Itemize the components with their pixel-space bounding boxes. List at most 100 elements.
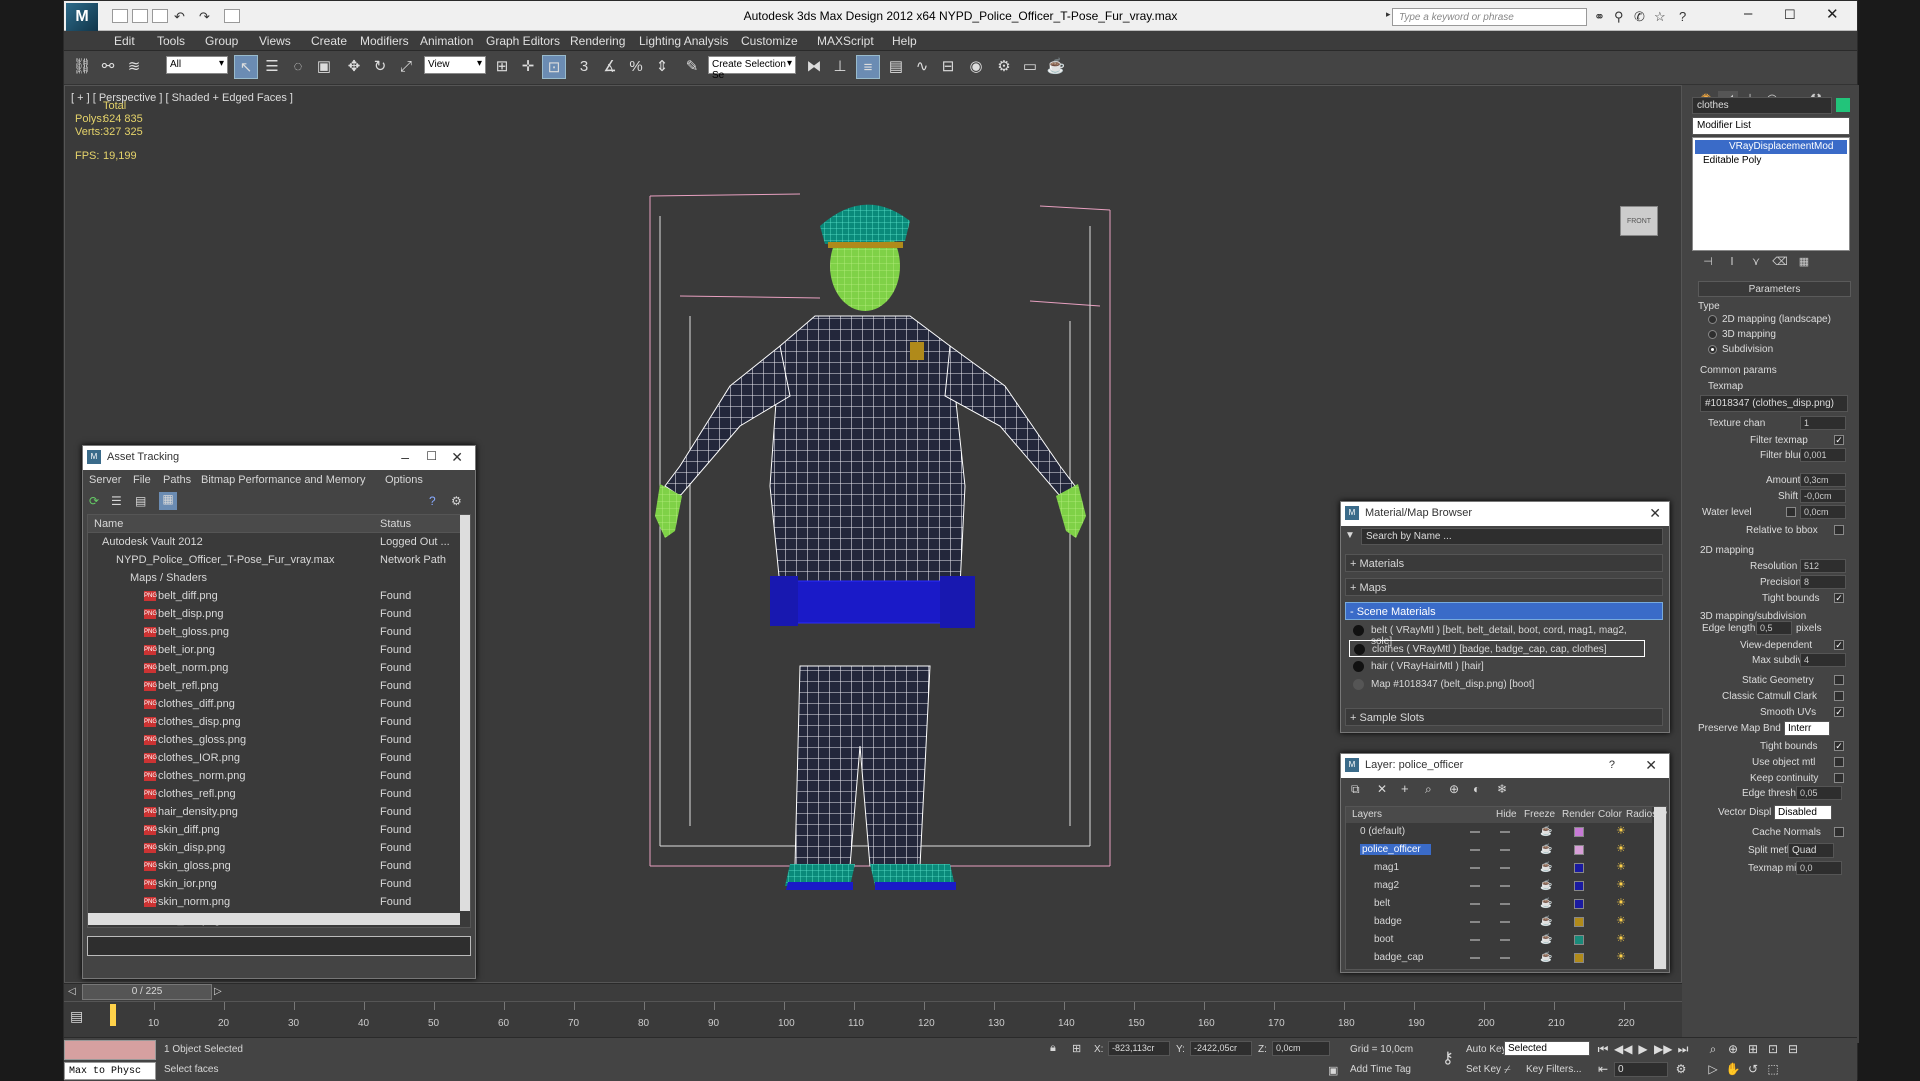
asset-row[interactable]: PNGclothes_gloss.png Found — [88, 731, 460, 749]
edge-length-spinner[interactable]: 0,5 — [1756, 621, 1792, 635]
dash-icon[interactable] — [1470, 867, 1480, 869]
vector-displ-dropdown[interactable]: Disabled — [1774, 805, 1832, 820]
highlight-layer-icon[interactable]: ⊕ — [1449, 782, 1459, 796]
auto-key-button[interactable]: Auto Key — [1466, 1044, 1507, 1055]
dash-icon[interactable] — [1500, 957, 1510, 959]
frame-counter[interactable]: 0 / 225 — [82, 984, 212, 1000]
selection-region-icon[interactable]: ◌ — [286, 55, 310, 79]
list-view-icon[interactable]: ☰ — [111, 494, 122, 508]
key-mode-toggle-icon[interactable]: ⇤ — [1594, 1060, 1612, 1078]
menu-file[interactable]: File — [133, 474, 151, 486]
dash-icon[interactable] — [1500, 831, 1510, 833]
rotate-icon[interactable]: ↻ — [368, 55, 392, 79]
pan-icon[interactable]: ✋ — [1724, 1060, 1742, 1078]
spinner-snap-icon[interactable]: ⇕ — [650, 55, 674, 79]
prev-frame-icon[interactable]: ◁ — [68, 986, 76, 997]
layer-color-swatch[interactable] — [1574, 899, 1584, 909]
layer-row[interactable]: mag1 ☕ ☀ — [1346, 859, 1642, 877]
menu-group[interactable]: Group — [205, 34, 238, 48]
asset-row[interactable]: PNGbelt_disp.png Found — [88, 605, 460, 623]
render-teapot-icon[interactable]: ☕ — [1540, 934, 1552, 945]
layer-manager-icon[interactable]: ≡ — [856, 55, 880, 79]
asset-row[interactable]: PNGbelt_ior.png Found — [88, 641, 460, 659]
radiosity-icon[interactable]: ☀ — [1616, 952, 1627, 963]
search-input[interactable]: Type a keyword or phrase — [1392, 8, 1587, 26]
move-icon[interactable]: ✥ — [342, 55, 366, 79]
help-icon[interactable]: ? — [1609, 759, 1615, 771]
layer-list[interactable]: Layers Hide Freeze Render Color Radiosit… — [1345, 806, 1667, 970]
scene-materials-section[interactable]: - Scene Materials — [1345, 602, 1663, 620]
material-search-input[interactable]: Search by Name ... — [1361, 528, 1663, 545]
material-editor-icon[interactable]: ◉ — [964, 55, 988, 79]
fov-icon[interactable]: ▷ — [1704, 1060, 1722, 1078]
asset-row[interactable]: PNGskin_norm.png Found — [88, 893, 460, 911]
layer-row[interactable]: police_officer ☕ ☀ — [1346, 841, 1642, 859]
layer-color-swatch[interactable] — [1574, 881, 1584, 891]
layer-list-scrollbar[interactable] — [1654, 807, 1666, 969]
scene-material-item[interactable]: clothes ( VRayMtl ) [badge, badge_cap, c… — [1349, 640, 1645, 657]
zoom-icon[interactable]: ⌕ — [1704, 1040, 1722, 1058]
type-2d-radio[interactable] — [1708, 315, 1717, 324]
preserve-map-dropdown[interactable]: Interr — [1784, 721, 1830, 736]
options-arrow-icon[interactable]: ▼ — [1345, 530, 1355, 541]
maximize-icon[interactable]: ☐ — [426, 449, 437, 463]
time-tag-icon[interactable]: ▣ — [1328, 1064, 1338, 1077]
asset-list-hscrollbar[interactable] — [88, 913, 460, 925]
texmap-button[interactable]: #1018347 (clothes_disp.png) — [1700, 395, 1848, 412]
time-slider[interactable]: ◁ 0 / 225 ▷ — [64, 983, 1682, 1001]
next-frame-icon[interactable]: ▷ — [214, 986, 222, 997]
render-teapot-icon[interactable]: ☕ — [1540, 880, 1552, 891]
col-render[interactable]: Render — [1562, 809, 1595, 820]
search-arrow-icon[interactable]: ▸ — [1386, 9, 1391, 20]
menu-animation[interactable]: Animation — [420, 34, 473, 48]
close-icon[interactable]: ✕ — [1826, 5, 1839, 23]
dash-icon[interactable] — [1470, 885, 1480, 887]
mirror-icon[interactable]: ⧓ — [802, 55, 826, 79]
col-color[interactable]: Color — [1598, 809, 1622, 820]
asset-list-scrollbar[interactable] — [460, 515, 470, 911]
favorites-icon[interactable]: ☆ — [1654, 9, 1666, 25]
freeze-all-icon[interactable]: ❄ — [1497, 782, 1507, 796]
pivot-center-icon[interactable]: ⊞ — [490, 55, 514, 79]
dash-icon[interactable] — [1470, 921, 1480, 923]
use-object-mtl-checkbox[interactable] — [1834, 757, 1844, 767]
tight-bounds-checkbox[interactable]: ✓ — [1834, 593, 1844, 603]
asset-row[interactable]: PNGclothes_refl.png Found — [88, 785, 460, 803]
radiosity-icon[interactable]: ☀ — [1616, 844, 1627, 855]
key-set-dropdown[interactable]: Selected — [1504, 1041, 1590, 1056]
render-teapot-icon[interactable]: ☕ — [1540, 826, 1552, 837]
dash-icon[interactable] — [1470, 957, 1480, 959]
static-geometry-checkbox[interactable] — [1834, 675, 1844, 685]
max-subdivs-spinner[interactable]: 4 — [1800, 653, 1846, 667]
render-teapot-icon[interactable]: ☕ — [1540, 862, 1552, 873]
add-time-tag[interactable]: Add Time Tag — [1350, 1064, 1411, 1075]
water-level-spinner[interactable]: 0,0cm — [1800, 505, 1846, 519]
schematic-view-icon[interactable]: ⊟ — [936, 55, 960, 79]
current-frame-field[interactable]: 0 — [1614, 1062, 1668, 1077]
asset-row[interactable]: PNGskin_diff.png Found — [88, 821, 460, 839]
help-icon[interactable]: ? — [1679, 9, 1686, 24]
type-3d-radio[interactable] — [1708, 330, 1717, 339]
create-layer-icon[interactable]: ⧉ — [1351, 782, 1360, 797]
modifier-stack[interactable]: VRayDisplacementMod Editable Poly — [1692, 137, 1850, 251]
dash-icon[interactable] — [1470, 903, 1480, 905]
layer-color-swatch[interactable] — [1574, 917, 1584, 927]
stack-item-vraydisplacementmod[interactable]: VRayDisplacementMod — [1695, 140, 1847, 154]
menu-paths[interactable]: Paths — [163, 474, 191, 486]
menu-edit[interactable]: Edit — [114, 34, 135, 48]
layer-color-swatch[interactable] — [1574, 845, 1584, 855]
angle-snap-icon[interactable]: ∡ — [598, 55, 622, 79]
radiosity-icon[interactable]: ☀ — [1616, 916, 1627, 927]
menu-modifiers[interactable]: Modifiers — [360, 34, 409, 48]
configure-sets-icon[interactable]: ▦ — [1794, 255, 1814, 275]
radiosity-icon[interactable]: ☀ — [1616, 898, 1627, 909]
graphite-ribbon-icon[interactable]: ▤ — [884, 55, 908, 79]
close-icon[interactable]: ✕ — [451, 449, 463, 466]
lock-icon[interactable]: 🔒︎ — [1050, 1042, 1056, 1055]
dash-icon[interactable] — [1500, 903, 1510, 905]
asset-row[interactable]: PNGclothes_diff.png Found — [88, 695, 460, 713]
zoom-all-icon[interactable]: ⊕ — [1724, 1040, 1742, 1058]
asset-row[interactable]: PNGbelt_diff.png Found — [88, 587, 460, 605]
subscription-icon[interactable]: ⚲ — [1614, 9, 1624, 25]
close-icon[interactable]: ✕ — [1649, 505, 1661, 522]
